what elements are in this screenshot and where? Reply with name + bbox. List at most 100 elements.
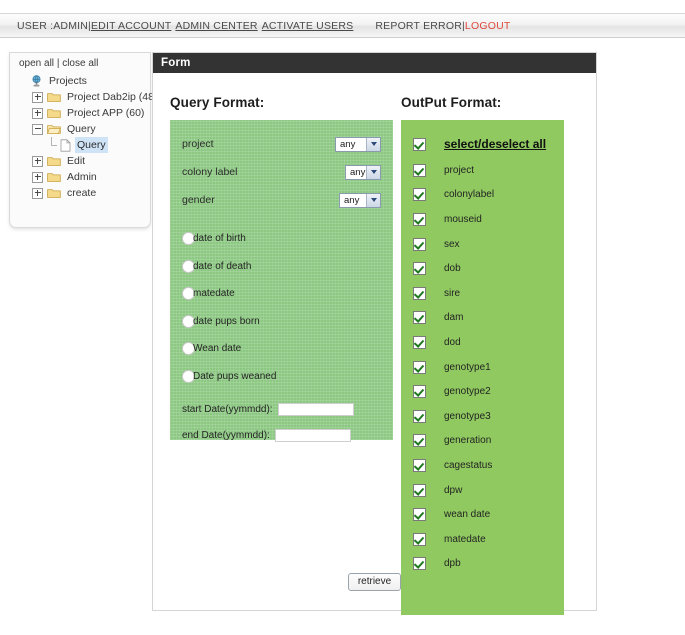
output-row[interactable]: matedate [413,527,564,552]
checkbox-dpb[interactable] [413,557,426,571]
output-row[interactable]: colonylabel [413,183,564,208]
query-format-panel: project any colony label any gender any [170,120,393,442]
output-label: dam [444,312,464,324]
admin-center-link[interactable]: ADMIN CENTER [175,20,257,32]
project-select[interactable]: any [335,136,381,152]
select-deselect-all-label[interactable]: select/deselect all [444,137,546,151]
output-row[interactable]: project [413,158,564,183]
tree-node-row[interactable]: Edit [32,153,150,169]
output-row[interactable]: generation [413,429,564,454]
expand-toggle-icon[interactable] [32,171,43,183]
checkbox-generation[interactable] [413,434,426,448]
checkbox-genotype1[interactable] [413,360,426,374]
output-format-panel: select/deselect all project colonylabel … [401,120,564,615]
expand-toggle-icon[interactable] [32,91,43,103]
output-label: project [444,164,475,176]
checkbox-dpw[interactable] [413,483,426,497]
logout-link[interactable]: LOGOUT [465,20,511,32]
form-container: Form Query Format: OutPut Format: projec… [152,52,597,615]
output-label: sex [444,238,460,250]
checkbox-matedate[interactable] [413,532,426,546]
page-icon [60,138,71,152]
output-row[interactable]: sire [413,281,564,306]
radio-row[interactable]: date of death [182,253,381,281]
tree-node-row[interactable]: Project Dab2ip (487) [32,89,163,105]
checkbox-genotype3[interactable] [413,409,426,423]
close-all-link[interactable]: close all [62,58,98,69]
tree-root-list: Projects Project Dab2ip (487) Project AP… [17,73,163,201]
collapse-toggle-icon[interactable] [32,123,43,135]
chevron-down-icon [366,137,380,151]
tree-node-row[interactable]: Admin [32,169,150,185]
output-label: wean date [444,509,491,521]
checkbox-dod[interactable] [413,335,426,349]
retrieve-button[interactable]: retrieve [347,573,402,591]
checkbox-sex[interactable] [413,237,426,251]
tree-item-query-leaf[interactable]: Query [47,137,150,153]
tree-label: Edit [67,155,86,167]
radio-row[interactable]: date pups born [182,308,381,336]
tree-node-row[interactable]: create [32,185,150,201]
checkbox-cagestatus[interactable] [413,458,426,472]
output-row[interactable]: genotype3 [413,404,564,429]
checkbox-wean-date[interactable] [413,508,426,522]
query-row-gender: gender any [182,186,381,214]
expand-toggle-icon[interactable] [32,187,43,199]
tree-node-row-selected[interactable]: Query [47,137,150,153]
checkbox-project[interactable] [413,163,426,177]
start-date-input[interactable] [277,402,354,416]
output-row[interactable]: mouseid [413,207,564,232]
project-tree-panel: open all | close all Projects Project Da… [9,52,163,228]
radio-row[interactable]: Date pups weaned [182,363,381,391]
output-row[interactable]: wean date [413,502,564,527]
output-row[interactable]: cagestatus [413,453,564,478]
folder-icon [47,156,61,166]
folder-open-icon [47,124,61,134]
radio-label: date of death [193,260,252,272]
checkbox-select-all[interactable] [413,137,426,151]
tree-node-row[interactable]: Project APP (60) [32,105,150,121]
checkbox-dob[interactable] [413,262,426,276]
radio-row[interactable]: date of birth [182,225,381,253]
checkbox-genotype2[interactable] [413,385,426,399]
end-date-input[interactable] [274,428,351,442]
output-row[interactable]: dod [413,330,564,355]
output-label: colonylabel [444,189,495,201]
output-row[interactable]: dam [413,306,564,331]
activate-users-link[interactable]: ACTIVATE USERS [262,20,354,32]
output-row[interactable]: sex [413,232,564,257]
tree-node-row[interactable]: Query [32,121,150,137]
output-row[interactable]: genotype2 [413,379,564,404]
tree-item-admin[interactable]: Admin [32,169,150,185]
expand-toggle-icon[interactable] [32,155,43,167]
tree-item-edit[interactable]: Edit [32,153,150,169]
tree-item-projects[interactable]: Projects Project Dab2ip (487) Project AP… [17,73,163,201]
open-all-link[interactable]: open all [19,58,54,69]
tree-child-list: Query [47,137,150,153]
globe-icon [32,74,41,86]
tree-item-project-dab2ip[interactable]: Project Dab2ip (487) [32,89,163,105]
output-row[interactable]: dpw [413,478,564,503]
tree-item-create[interactable]: create [32,185,150,201]
tree-node-row[interactable]: Projects [17,73,150,89]
radio-label: Wean date [193,343,242,355]
gender-select[interactable]: any [339,192,381,208]
tree-label: create [67,187,97,199]
report-error-link[interactable]: REPORT ERROR| [375,20,465,32]
folder-icon [47,172,61,182]
checkbox-colonylabel[interactable] [413,188,426,202]
expand-toggle-icon[interactable] [32,107,43,119]
checkbox-mouseid[interactable] [413,212,426,226]
output-row[interactable]: genotype1 [413,355,564,380]
tree-label: Admin [67,171,97,183]
tree-item-project-app[interactable]: Project APP (60) [32,105,150,121]
radio-row[interactable]: Wean date [182,335,381,363]
output-row-select-all[interactable]: select/deselect all [413,130,564,158]
colony-label-select[interactable]: any [345,164,381,180]
radio-row[interactable]: matedate [182,280,381,308]
output-row[interactable]: dob [413,256,564,281]
checkbox-dam[interactable] [413,311,426,325]
edit-account-link[interactable]: EDIT ACCOUNT [91,20,171,32]
tree-item-query-folder[interactable]: Query Query [32,121,150,153]
checkbox-sire[interactable] [413,286,426,300]
